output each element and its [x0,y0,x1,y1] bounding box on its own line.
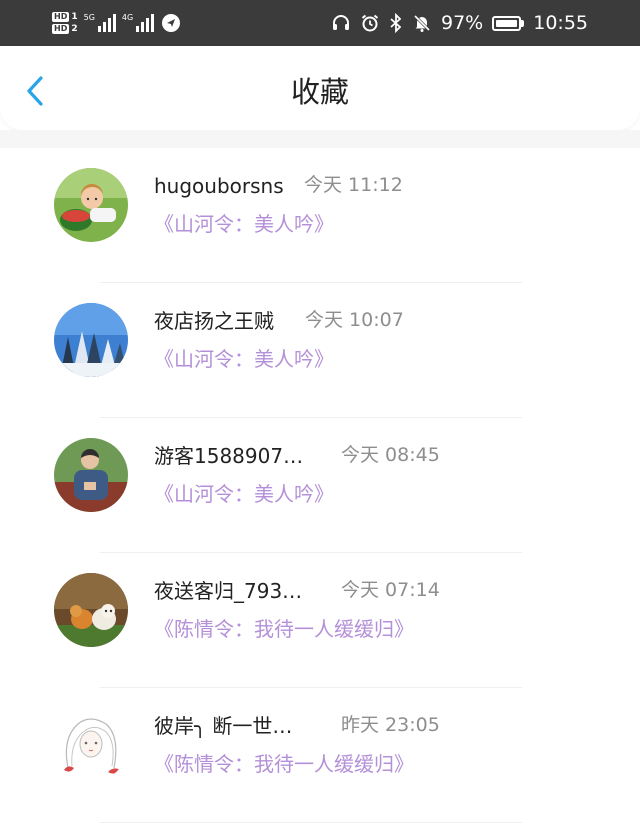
favorites-list: hugouborsns 今天 11:12 《山河令：美人吟》 夜店扬之王贼 今天… [0,148,640,823]
item-drama-title[interactable]: 《陈情令：我待一人缓缓归》 [154,616,414,642]
item-user-name: hugouborsns [154,174,284,198]
hd-label-2: HD [52,24,70,34]
status-left: HD 1 HD 2 5G 4G [52,6,181,40]
item-drama-title[interactable]: 《山河令：美人吟》 [154,481,334,507]
avatar [54,573,128,647]
data-saver-icon [162,14,181,32]
app-header: 收藏 [0,46,640,130]
item-timestamp: 昨天 23:05 [341,714,440,736]
alarm-icon [360,13,380,33]
item-user-name: 夜送客归_793… [154,579,303,603]
avatar [54,708,128,782]
item-drama-title[interactable]: 《陈情令：我待一人缓缓归》 [154,751,414,777]
signal-icon-5g: 5G [84,14,116,32]
item-drama-title[interactable]: 《山河令：美人吟》 [154,346,334,372]
status-bar: HD 1 HD 2 5G 4G 97% 10:55 [0,0,640,46]
item-user-name: 游客1588907… [154,444,304,468]
item-user-name: 彼岸╮ 断一世… [154,714,293,738]
header-separator [0,130,640,148]
item-timestamp: 今天 10:07 [305,309,404,331]
signal-icon-4g: 4G [121,13,155,32]
bluetooth-icon [389,13,403,33]
list-item[interactable]: 彼岸╮ 断一世… 昨天 23:05 《陈情令：我待一人缓缓归》 [0,688,640,823]
item-timestamp: 今天 08:45 [341,444,440,466]
avatar [54,438,128,512]
hd-indicators: HD 1 HD 2 [52,12,78,34]
status-right: 97% 10:55 [331,0,588,46]
list-item[interactable]: 夜店扬之王贼 今天 10:07 《山河令：美人吟》 [0,283,640,418]
item-user-name: 夜店扬之王贼 [154,309,274,333]
avatar [54,168,128,242]
network-label-5g: 5G [83,13,95,22]
mute-bell-icon [412,13,432,33]
list-item[interactable]: 游客1588907… 今天 08:45 《山河令：美人吟》 [0,418,640,553]
hd-label-1: HD [52,12,70,22]
headphones-icon [331,13,351,33]
hd-sim-1: HD 1 [52,12,78,22]
list-item[interactable]: hugouborsns 今天 11:12 《山河令：美人吟》 [0,148,640,283]
clock: 10:55 [533,12,588,34]
item-timestamp: 今天 11:12 [304,174,403,196]
item-drama-title[interactable]: 《山河令：美人吟》 [154,211,334,237]
item-timestamp: 今天 07:14 [341,579,440,601]
hd-num-1: 1 [71,12,78,22]
avatar [54,303,128,377]
hd-num-2: 2 [71,24,78,34]
list-item[interactable]: 夜送客归_793… 今天 07:14 《陈情令：我待一人缓缓归》 [0,553,640,688]
battery-icon [492,15,525,31]
page-title: 收藏 [290,75,349,109]
hd-sim-2: HD 2 [52,24,78,34]
network-label-4g: 4G [121,13,134,22]
battery-percent: 97% [441,12,484,34]
